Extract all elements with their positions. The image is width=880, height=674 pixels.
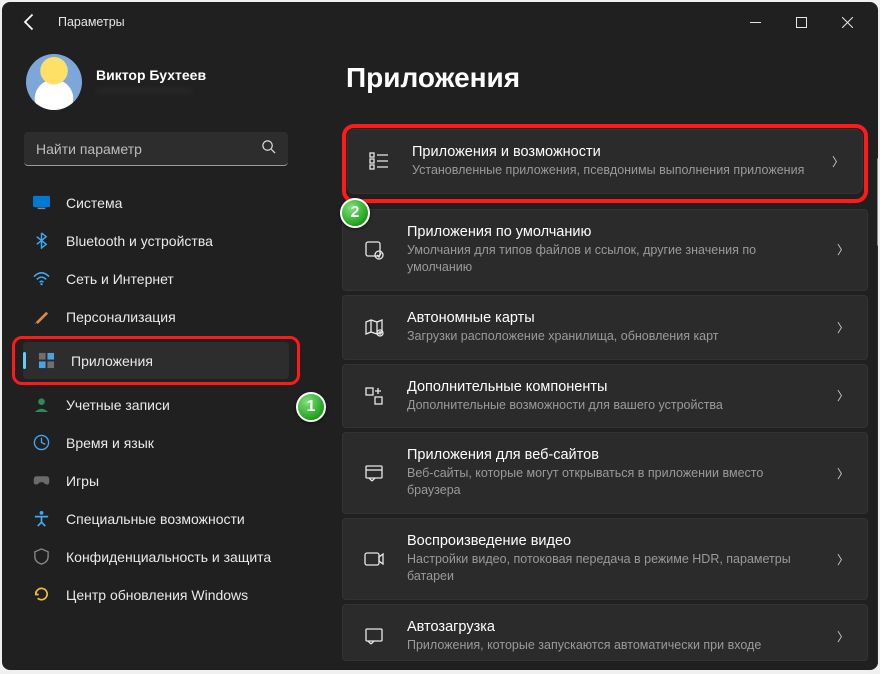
card-subtitle: Загрузки расположение хранилища, обновле… (407, 328, 817, 345)
card-subtitle: Умолчания для типов файлов и ссылок, дру… (407, 242, 817, 276)
window-title: Параметры (58, 15, 125, 29)
search-box[interactable] (24, 132, 288, 166)
minimize-button[interactable] (732, 7, 778, 37)
nav-network[interactable]: Сеть и Интернет (18, 260, 294, 297)
nav-label: Приложения (71, 353, 153, 369)
nav-windows-update[interactable]: Центр обновления Windows (18, 576, 294, 613)
profile-name: Виктор Бухтеев (96, 67, 206, 83)
search-icon (261, 139, 276, 159)
card-subtitle: Установленные приложения, псевдонимы вып… (412, 162, 812, 179)
components-icon (361, 383, 387, 409)
card-apps-for-websites[interactable]: Приложения для веб-сайтов Веб-сайты, кот… (342, 432, 868, 514)
nav-label: Конфиденциальность и защита (66, 549, 271, 565)
website-app-icon (361, 460, 387, 486)
card-video-playback[interactable]: Воспроизведение видео Настройки видео, п… (342, 518, 868, 600)
card-startup[interactable]: Автозагрузка Приложения, которые запуска… (342, 604, 868, 661)
default-apps-icon (361, 237, 387, 263)
chevron-right-icon: 〉 (837, 241, 849, 258)
scroll-thumb[interactable] (877, 158, 878, 246)
chevron-right-icon: 〉 (837, 319, 849, 336)
cards-list: Приложения и возможности Установленные п… (342, 124, 872, 665)
card-apps-features[interactable]: Приложения и возможности Установленные п… (347, 129, 863, 194)
search-input[interactable] (36, 141, 261, 157)
nav-apps[interactable]: Приложения (23, 342, 289, 379)
page-title: Приложения (346, 62, 872, 94)
chevron-right-icon: 〉 (837, 387, 849, 404)
window-controls (732, 7, 870, 37)
list-icon (366, 148, 392, 174)
clock-globe-icon (32, 434, 50, 452)
card-default-apps[interactable]: Приложения по умолчанию Умолчания для ти… (342, 209, 868, 291)
card-subtitle: Дополнительные возможности для вашего ус… (407, 397, 817, 414)
nav-label: Специальные возможности (66, 511, 245, 527)
card-subtitle: Приложения, которые запускаются автомати… (407, 637, 817, 654)
display-icon (32, 194, 50, 212)
titlebar: Параметры (2, 2, 878, 42)
annotation-box-2: Приложения и возможности Установленные п… (342, 124, 868, 203)
nav-system[interactable]: Система (18, 184, 294, 221)
nav-gaming[interactable]: Игры (18, 462, 294, 499)
card-subtitle: Настройки видео, потоковая передача в ре… (407, 551, 817, 585)
nav-bluetooth[interactable]: Bluetooth и устройства (18, 222, 294, 259)
video-icon (361, 546, 387, 572)
brush-icon (32, 308, 50, 326)
map-icon (361, 314, 387, 340)
sidebar: Виктор Бухтеев ························ … (2, 42, 310, 670)
shield-icon (32, 548, 50, 566)
profile[interactable]: Виктор Бухтеев ························ (12, 46, 300, 126)
gamepad-icon (32, 472, 50, 490)
chevron-right-icon: 〉 (837, 628, 849, 645)
avatar (26, 54, 82, 110)
nav-label: Персонализация (66, 309, 176, 325)
nav-label: Система (66, 195, 122, 211)
nav-label: Центр обновления Windows (66, 587, 248, 603)
main-content: Приложения Приложения и возможности Уста… (310, 42, 878, 670)
settings-window: Параметры Виктор Бухтеев ···············… (2, 2, 878, 670)
annotation-badge-1: 1 (296, 392, 326, 422)
chevron-right-icon: 〉 (837, 465, 849, 482)
nav-personalization[interactable]: Персонализация (18, 298, 294, 335)
chevron-right-icon: 〉 (832, 153, 844, 170)
close-button[interactable] (824, 7, 870, 37)
startup-icon (361, 623, 387, 649)
card-title: Приложения по умолчанию (407, 224, 817, 240)
maximize-button[interactable] (778, 7, 824, 37)
nav-accessibility[interactable]: Специальные возможности (18, 500, 294, 537)
wifi-icon (32, 270, 50, 288)
card-title: Приложения и возможности (412, 144, 812, 160)
nav-list: Система Bluetooth и устройства Сеть и Ин… (12, 184, 300, 613)
nav-privacy[interactable]: Конфиденциальность и защита (18, 538, 294, 575)
update-icon (32, 586, 50, 604)
back-button[interactable] (20, 12, 40, 32)
card-subtitle: Веб-сайты, которые могут открываться в п… (407, 465, 817, 499)
person-icon (32, 396, 50, 414)
nav-accounts[interactable]: Учетные записи (18, 386, 294, 423)
profile-email: ························ (96, 83, 206, 97)
scrollbar[interactable] (877, 158, 878, 670)
chevron-right-icon: 〉 (837, 551, 849, 568)
accessibility-icon (32, 510, 50, 528)
apps-icon (37, 352, 55, 370)
card-offline-maps[interactable]: Автономные карты Загрузки расположение х… (342, 295, 868, 360)
card-optional-features[interactable]: Дополнительные компоненты Дополнительные… (342, 364, 868, 429)
nav-label: Bluetooth и устройства (66, 233, 213, 249)
nav-label: Учетные записи (66, 397, 170, 413)
nav-label: Сеть и Интернет (66, 271, 174, 287)
nav-label: Время и язык (66, 435, 154, 451)
nav-time-language[interactable]: Время и язык (18, 424, 294, 461)
card-title: Автономные карты (407, 310, 817, 326)
card-title: Дополнительные компоненты (407, 379, 817, 395)
annotation-badge-2: 2 (340, 198, 370, 228)
annotation-box-1: Приложения (12, 336, 300, 385)
card-title: Приложения для веб-сайтов (407, 447, 817, 463)
card-title: Автозагрузка (407, 619, 817, 635)
bluetooth-icon (32, 232, 50, 250)
nav-label: Игры (66, 473, 99, 489)
card-title: Воспроизведение видео (407, 533, 817, 549)
